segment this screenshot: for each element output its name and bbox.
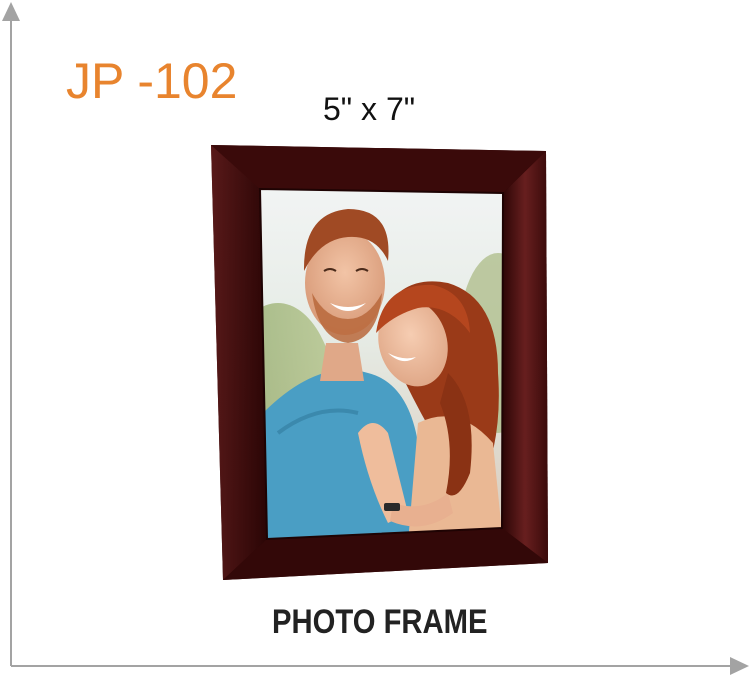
- arrow-right-icon: [730, 657, 749, 675]
- product-name: PHOTO FRAME: [272, 603, 488, 641]
- size-label: 5" x 7": [323, 91, 416, 127]
- product-card: JP -102 5" x 7" PHOTO FRAME: [0, 0, 750, 677]
- arrow-up-icon: [2, 2, 20, 21]
- product-code: JP -102: [66, 53, 238, 109]
- photo-frame-illustration: [208, 143, 553, 583]
